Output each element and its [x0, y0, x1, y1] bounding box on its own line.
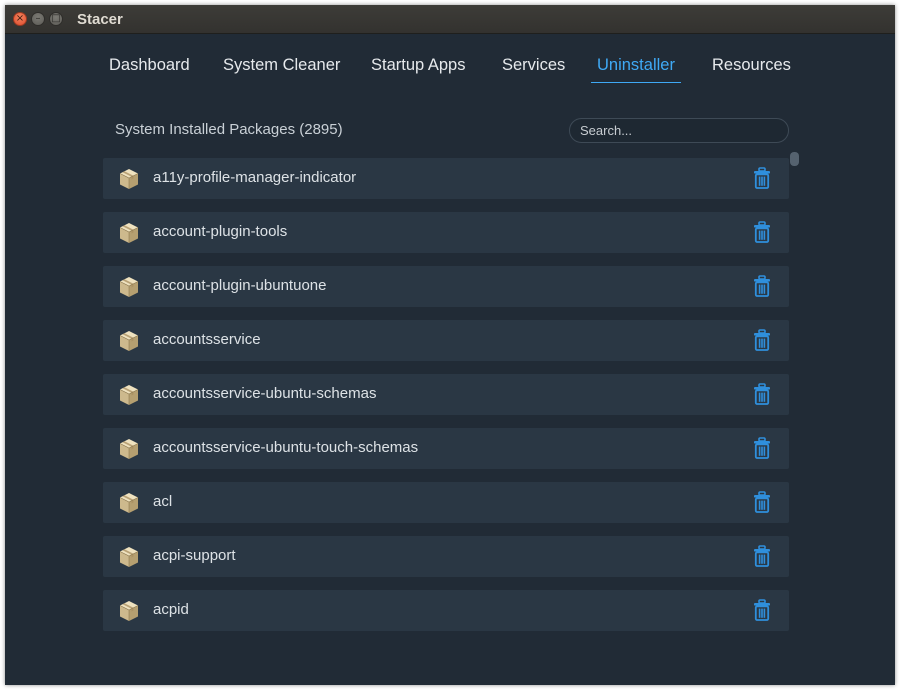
package-box-icon: [119, 439, 139, 459]
window-title: Stacer: [77, 11, 123, 28]
package-box-icon: [119, 547, 139, 567]
tab-bar: Dashboard System Cleaner Startup Apps Se…: [5, 53, 895, 93]
tab-resources[interactable]: Resources: [706, 53, 797, 82]
trash-icon[interactable]: [752, 275, 772, 297]
package-box-icon: [119, 493, 139, 513]
list-item[interactable]: accountsservice: [103, 320, 789, 361]
trash-icon[interactable]: [752, 491, 772, 513]
trash-icon[interactable]: [752, 437, 772, 459]
tab-startup-apps[interactable]: Startup Apps: [365, 53, 471, 82]
package-name: acpid: [153, 601, 189, 618]
package-name: accountsservice: [153, 331, 261, 348]
package-name: accountsservice-ubuntu-schemas: [153, 385, 377, 402]
close-icon[interactable]: ×: [13, 12, 27, 26]
title-bar: × – □ Stacer: [5, 5, 895, 34]
list-item[interactable]: acpid: [103, 590, 789, 631]
package-box-icon: [119, 331, 139, 351]
list-item[interactable]: account-plugin-ubuntuone: [103, 266, 789, 307]
scrollbar-thumb[interactable]: [790, 152, 799, 166]
list-item[interactable]: acl: [103, 482, 789, 523]
trash-icon[interactable]: [752, 167, 772, 189]
tab-system-cleaner[interactable]: System Cleaner: [217, 53, 346, 82]
package-box-icon: [119, 601, 139, 621]
tab-uninstaller[interactable]: Uninstaller: [591, 53, 681, 83]
package-name: accountsservice-ubuntu-touch-schemas: [153, 439, 419, 456]
trash-icon[interactable]: [752, 221, 772, 243]
trash-icon[interactable]: [752, 329, 772, 351]
tab-services[interactable]: Services: [496, 53, 571, 82]
package-list: a11y-profile-manager-indicator account-p…: [103, 158, 789, 638]
app-window: × – □ Stacer Dashboard System Cleaner St…: [5, 5, 895, 685]
trash-icon[interactable]: [752, 545, 772, 567]
list-item[interactable]: acpi-support: [103, 536, 789, 577]
search-input[interactable]: [569, 118, 789, 143]
package-name: acl: [153, 493, 173, 510]
packages-count-label: System Installed Packages (2895): [115, 121, 343, 138]
trash-icon[interactable]: [752, 383, 772, 405]
trash-icon[interactable]: [752, 599, 772, 621]
package-box-icon: [119, 169, 139, 189]
list-item[interactable]: accountsservice-ubuntu-touch-schemas: [103, 428, 789, 469]
tab-dashboard[interactable]: Dashboard: [103, 53, 196, 82]
minimize-icon[interactable]: –: [31, 12, 45, 26]
list-item[interactable]: a11y-profile-manager-indicator: [103, 158, 789, 199]
list-item[interactable]: accountsservice-ubuntu-schemas: [103, 374, 789, 415]
package-name: acpi-support: [153, 547, 236, 564]
package-name: account-plugin-tools: [153, 223, 288, 240]
package-name: account-plugin-ubuntuone: [153, 277, 327, 294]
list-item[interactable]: account-plugin-tools: [103, 212, 789, 253]
package-box-icon: [119, 277, 139, 297]
maximize-icon[interactable]: □: [49, 12, 63, 26]
scrollbar[interactable]: [790, 152, 800, 652]
package-name: a11y-profile-manager-indicator: [153, 169, 357, 186]
package-box-icon: [119, 223, 139, 243]
package-box-icon: [119, 385, 139, 405]
